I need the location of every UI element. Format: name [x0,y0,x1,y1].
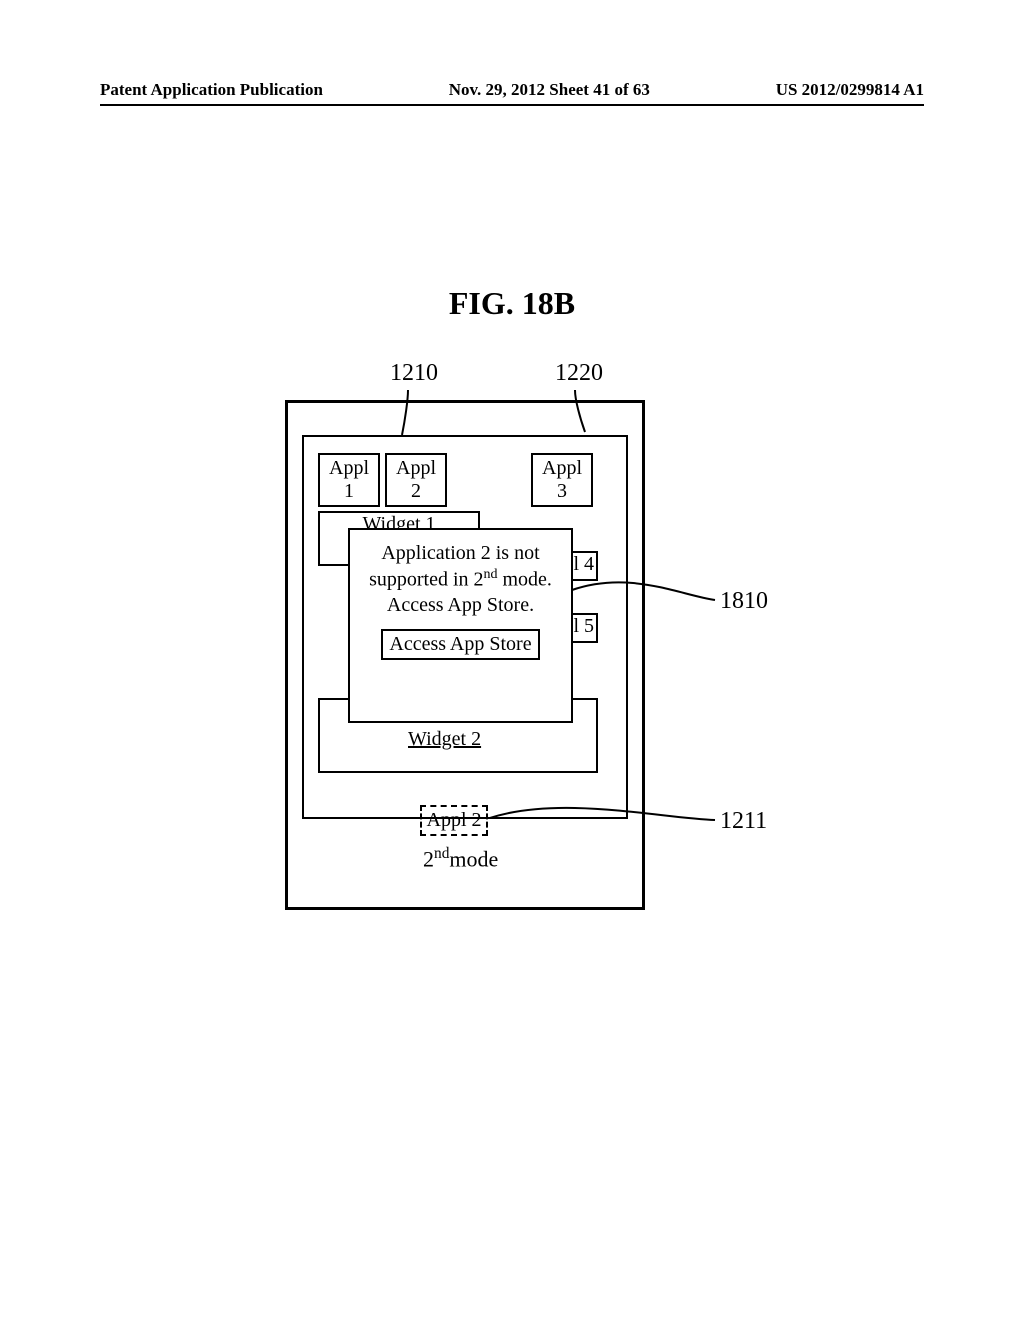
ref-1211: 1211 [720,808,767,835]
popup-line-1: Application 2 is not [350,542,571,565]
header-left: Patent Application Publication [100,80,323,100]
popup-line-2b: mode. [498,569,552,591]
mode-label-a: 2 [423,846,434,871]
app-icon-appl2[interactable]: Appl 2 [385,453,447,507]
figure-title: FIG. 18B [449,285,575,322]
popup-line-3: Access App Store. [350,594,571,617]
popup-line-2-sup: nd [484,567,498,582]
header-right: US 2012/0299814 A1 [776,80,924,100]
mode-label-b: mode [449,846,498,871]
header-center: Nov. 29, 2012 Sheet 41 of 63 [449,80,650,100]
ref-1210: 1210 [390,360,438,387]
mode-label: 2ndmode [423,845,498,872]
page-header: Patent Application Publication Nov. 29, … [100,80,924,100]
ref-1220: 1220 [555,360,603,387]
header-rule [100,104,924,106]
popup-dialog: Application 2 is not supported in 2nd mo… [348,528,573,723]
popup-line-2a: supported in 2 [369,569,483,591]
app-icon-appl3[interactable]: Appl 3 [531,453,593,507]
mode-label-sup: nd [434,845,449,862]
popup-line-2: supported in 2nd mode. [350,567,571,592]
widget-2-label: Widget 2 [408,728,481,751]
access-app-store-button[interactable]: Access App Store [381,629,539,660]
device-frame: Appl 1 Appl 2 Appl 3 Widget 1 l 4 l 5 Wi… [285,400,645,910]
ref-1810: 1810 [720,588,768,615]
app-icon-appl2-dashed[interactable]: Appl 2 [420,805,488,836]
app-icon-appl1[interactable]: Appl 1 [318,453,380,507]
